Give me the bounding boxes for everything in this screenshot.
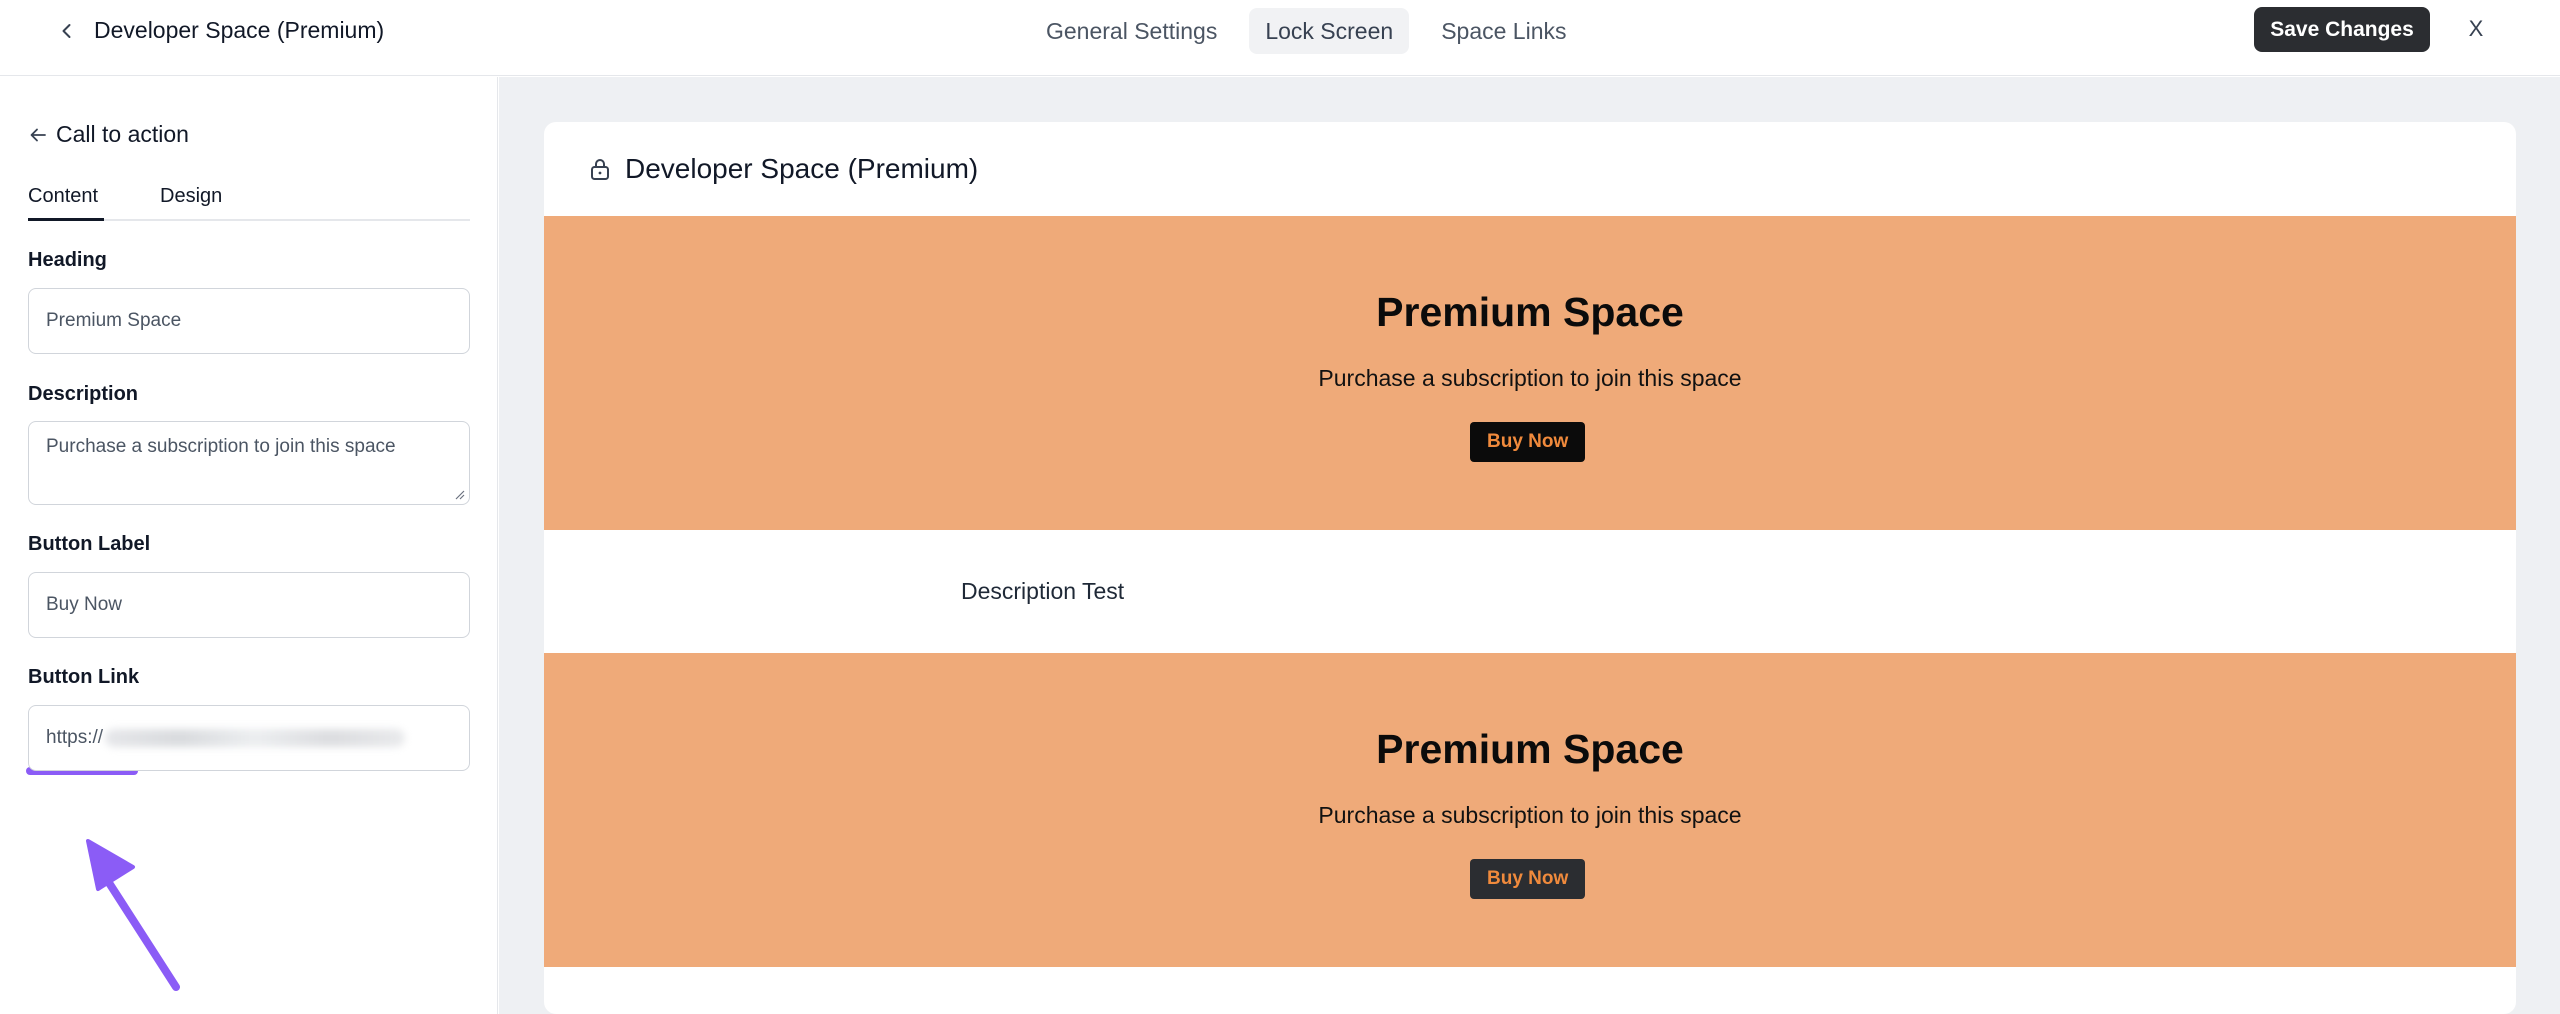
description-text: Description Test (961, 578, 1125, 604)
heading-label: Heading (28, 249, 107, 271)
tab-general-settings[interactable]: General Settings (1030, 8, 1233, 54)
lock-screen-preview: Developer Space (Premium) Premium Space … (544, 122, 2516, 1014)
cta-description: Purchase a subscription to join this spa… (1318, 365, 1742, 391)
button-label-input[interactable]: Buy Now (28, 572, 470, 638)
annotation-arrow-icon (86, 839, 180, 991)
buy-now-button[interactable]: Buy Now (1470, 422, 1586, 462)
tab-content[interactable]: Content (28, 181, 104, 221)
chevron-left-icon (62, 24, 71, 38)
space-title: Developer Space (Premium) (94, 17, 385, 43)
close-button[interactable]: X (2462, 12, 2490, 46)
tab-design[interactable]: Design (160, 181, 222, 221)
button-link-label: Button Link (28, 666, 140, 688)
button-label-label: Button Label (28, 533, 151, 555)
section-title: Call to action (56, 121, 189, 147)
description-label: Description (28, 383, 139, 405)
back-button[interactable] (52, 16, 82, 46)
redacted-url (105, 729, 406, 747)
content-design-tabs: Content Design (28, 181, 470, 221)
buy-now-button[interactable]: Buy Now (1470, 859, 1586, 899)
call-to-action-back[interactable]: Call to action (28, 121, 189, 148)
arrow-left-icon (30, 128, 46, 141)
heading-input[interactable]: Premium Space (28, 288, 470, 354)
cta-block: Premium Space Purchase a subscription to… (544, 216, 2516, 530)
description-textarea[interactable]: Purchase a subscription to join this spa… (28, 421, 470, 505)
lock-icon (591, 159, 609, 180)
button-link-value: https:// (46, 727, 104, 748)
tab-lock-screen[interactable]: Lock Screen (1249, 8, 1410, 54)
preview-title: Developer Space (Premium) (625, 153, 979, 184)
top-bar: Developer Space (Premium) General Settin… (0, 0, 2560, 76)
save-changes-button[interactable]: Save Changes (2254, 7, 2430, 52)
tab-space-links[interactable]: Space Links (1425, 8, 1582, 54)
cta-heading: Premium Space (1376, 289, 1684, 335)
description-value: Purchase a subscription to join this spa… (46, 436, 396, 457)
resize-handle-icon[interactable] (453, 488, 465, 500)
preview-header: Developer Space (Premium) (544, 122, 2516, 216)
cta-heading: Premium Space (1376, 726, 1684, 772)
button-link-input[interactable]: https:// (28, 705, 470, 771)
cta-description: Purchase a subscription to join this spa… (1318, 802, 1742, 828)
settings-tabs: General Settings Lock Screen Space Links (1030, 8, 1583, 54)
cta-block: Premium Space Purchase a subscription to… (544, 653, 2516, 967)
cta-settings-sidebar: Call to action Content Design Heading Pr… (0, 77, 498, 1014)
